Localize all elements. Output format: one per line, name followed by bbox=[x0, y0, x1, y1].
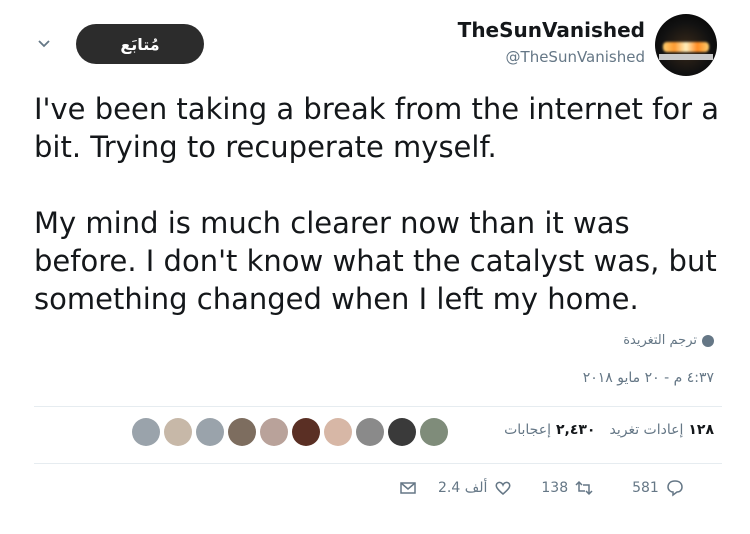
likes-stat[interactable]: ٢,٤٣٠ إعجابات bbox=[504, 422, 595, 438]
retweet-action[interactable]: 138 bbox=[541, 478, 594, 498]
translate-label: ترجم التغريدة bbox=[623, 333, 697, 348]
retweets-count: ١٢٨ bbox=[688, 422, 714, 438]
retweets-stat[interactable]: ١٢٨ إعادات تغريد bbox=[609, 422, 714, 438]
heart-icon bbox=[495, 481, 511, 495]
liker-avatars bbox=[132, 418, 448, 446]
liker-avatar[interactable] bbox=[356, 418, 384, 446]
liker-avatar[interactable] bbox=[132, 418, 160, 446]
like-action[interactable]: 2.4 ألف bbox=[438, 478, 513, 498]
liker-avatar[interactable] bbox=[260, 418, 288, 446]
globe-icon bbox=[702, 334, 714, 347]
translate-tweet-link[interactable]: ترجم التغريدة bbox=[623, 333, 714, 348]
retweets-label: إعادات تغريد bbox=[609, 422, 684, 438]
divider bbox=[34, 463, 722, 464]
reply-count: 581 bbox=[632, 480, 659, 496]
tweet-paragraph: I've been taking a break from the intern… bbox=[34, 92, 719, 164]
tweet-paragraph: My mind is much clearer now than it was … bbox=[34, 206, 717, 316]
likes-label: إعجابات bbox=[504, 422, 551, 438]
avatar-floor bbox=[659, 54, 713, 60]
screen-name[interactable]: @TheSunVanished bbox=[506, 48, 645, 66]
display-name[interactable]: TheSunVanished bbox=[458, 18, 645, 42]
divider bbox=[34, 406, 722, 407]
retweet-count: 138 bbox=[541, 480, 569, 496]
chevron-down-icon[interactable] bbox=[34, 34, 54, 54]
envelope-icon bbox=[400, 482, 416, 494]
liker-avatar[interactable] bbox=[228, 418, 256, 446]
retweet-icon bbox=[575, 480, 593, 496]
message-action[interactable] bbox=[398, 478, 418, 498]
liker-avatar[interactable] bbox=[164, 418, 192, 446]
liker-avatar[interactable] bbox=[420, 418, 448, 446]
likes-count: ٢,٤٣٠ bbox=[555, 422, 596, 438]
tweet-stats: ١٢٨ إعادات تغريد ٢,٤٣٠ إعجابات bbox=[504, 422, 714, 438]
avatar-light bbox=[663, 42, 709, 52]
liker-avatar[interactable] bbox=[196, 418, 224, 446]
liker-avatar[interactable] bbox=[292, 418, 320, 446]
reply-action[interactable]: 581 bbox=[632, 478, 685, 498]
tweet-timestamp[interactable]: ٤:٣٧ م - ٢٠ مايو ٢٠١٨ bbox=[583, 370, 714, 386]
like-count: 2.4 ألف bbox=[438, 480, 488, 496]
reply-icon bbox=[667, 480, 683, 497]
tweet-actions: 2.4 ألف 138 581 bbox=[398, 478, 685, 498]
liker-avatar[interactable] bbox=[388, 418, 416, 446]
following-button[interactable]: مُتابَع bbox=[76, 24, 204, 64]
avatar[interactable] bbox=[655, 14, 717, 76]
liker-avatar[interactable] bbox=[324, 418, 352, 446]
tweet-text: I've been taking a break from the intern… bbox=[34, 90, 724, 318]
